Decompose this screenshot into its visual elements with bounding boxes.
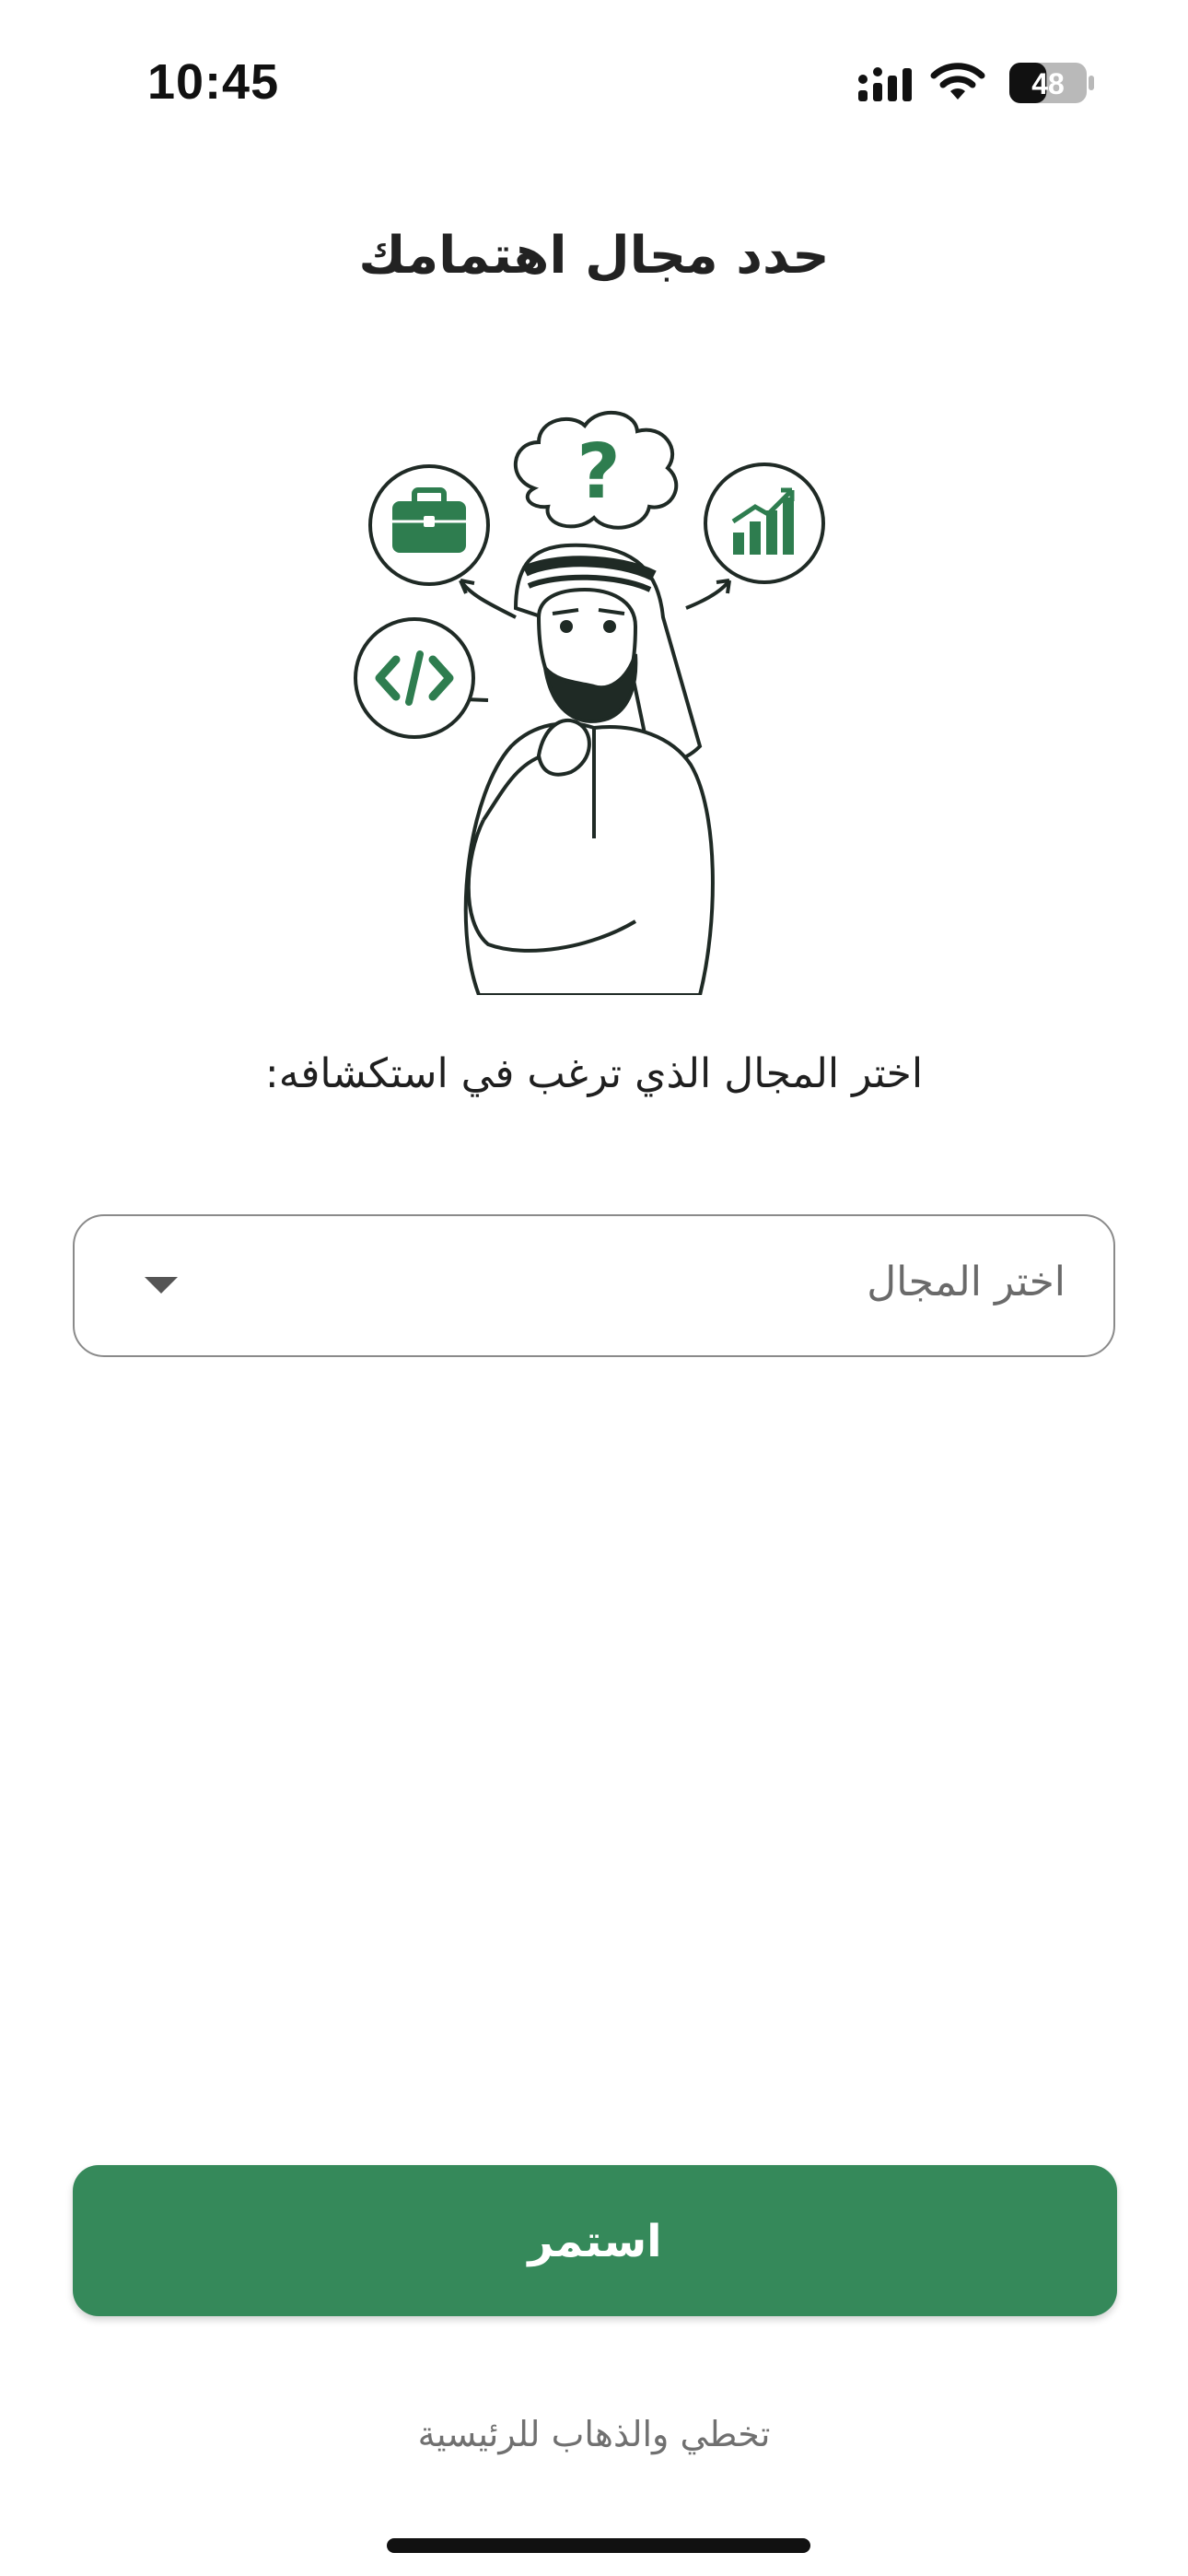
status-bar: 10:45 48	[0, 0, 1188, 175]
field-prompt-label: اختر المجال الذي ترغب في استكشافه:	[264, 1050, 924, 1097]
battery-level-text: 48	[1031, 67, 1065, 100]
wifi-icon	[930, 63, 985, 100]
page-title: حدد مجال اهتمامك	[358, 226, 830, 286]
svg-text:?: ?	[577, 428, 621, 516]
field-select-placeholder: اختر المجال	[867, 1259, 1066, 1306]
continue-button[interactable]: استمر	[73, 2165, 1117, 2316]
thinking-man-illustration: ?	[354, 410, 825, 995]
field-select-dropdown[interactable]: اختر المجال	[73, 1214, 1115, 1357]
status-time: 10:45	[147, 54, 280, 110]
home-indicator[interactable]	[387, 2538, 810, 2553]
skip-to-home-link[interactable]: تخطي والذهاب للرئيسية	[0, 2414, 1188, 2454]
briefcase-icon	[368, 464, 490, 586]
code-icon	[354, 617, 475, 739]
question-cloud-icon: ?	[513, 410, 679, 530]
cellular-signal-icon	[858, 67, 912, 101]
battery-icon: 48	[1009, 63, 1094, 103]
bar-chart-icon	[704, 463, 825, 584]
chevron-down-icon[interactable]	[145, 1277, 178, 1294]
